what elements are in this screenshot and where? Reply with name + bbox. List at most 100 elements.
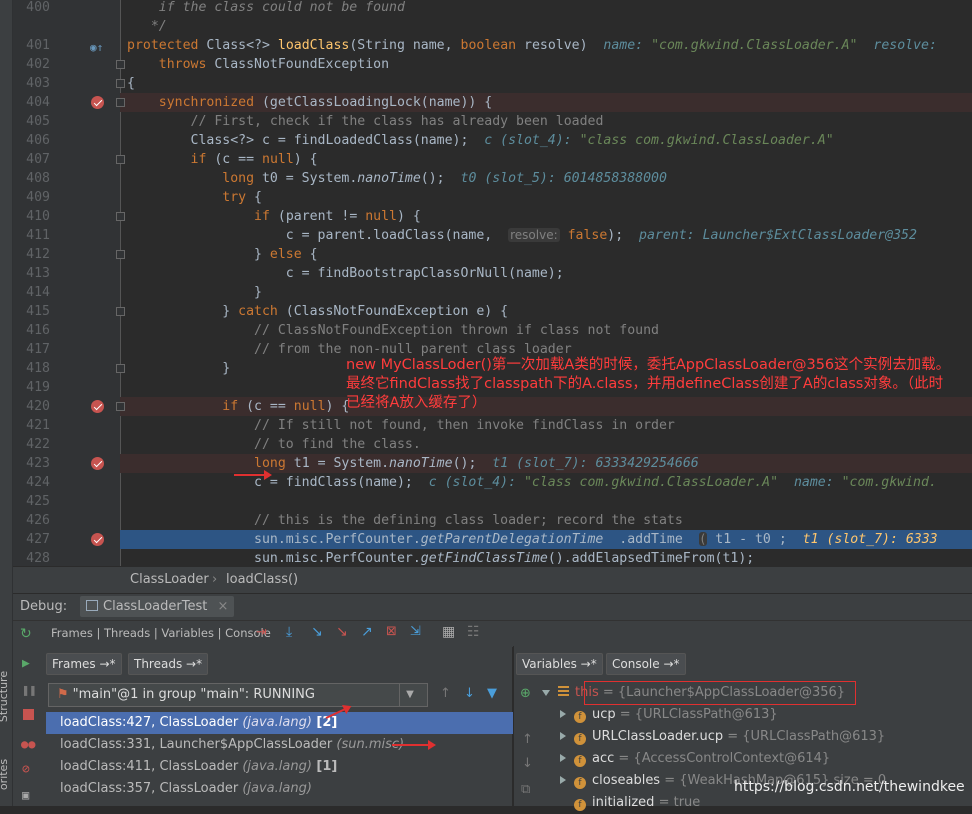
line-number[interactable]: 416 xyxy=(12,321,50,340)
frame-item[interactable]: loadClass:427, ClassLoader (java.lang) [… xyxy=(46,712,526,734)
line-number[interactable]: 405 xyxy=(12,112,50,131)
frame-item[interactable]: loadClass:331, Launcher$AppClassLoader (… xyxy=(46,734,526,756)
code-line[interactable]: 424 c = findClass(name); c (slot_4): "cl… xyxy=(0,473,972,492)
code-line[interactable]: 409 try { xyxy=(0,188,972,207)
line-number[interactable]: 414 xyxy=(12,283,50,302)
code-line[interactable]: 422 // to find the class. xyxy=(0,435,972,454)
down-icon[interactable]: ↓ xyxy=(522,756,533,771)
line-number[interactable]: 418 xyxy=(12,359,50,378)
line-number[interactable]: 419 xyxy=(12,378,50,397)
code-line[interactable]: 404 synchronized (getClassLoadingLock(na… xyxy=(0,93,972,112)
expand-icon[interactable] xyxy=(560,732,566,740)
variable-row[interactable]: f ucp = {URLClassPath@613} xyxy=(560,704,778,726)
line-number[interactable]: 403 xyxy=(12,74,50,93)
structure-tab[interactable]: Structure xyxy=(0,671,10,722)
fold-icon[interactable] xyxy=(116,307,125,316)
close-icon[interactable]: × xyxy=(217,599,228,614)
fold-icon[interactable] xyxy=(116,364,125,373)
expand-icon[interactable] xyxy=(542,690,550,696)
code-line[interactable]: 411 c = parent.loadClass(name, resolve: … xyxy=(0,226,972,245)
mute-breakpoints-icon[interactable]: ⊘ xyxy=(22,762,30,777)
fold-icon[interactable] xyxy=(116,79,125,88)
line-number[interactable]: 402 xyxy=(12,55,50,74)
code-line[interactable]: 407 if (c == null) { xyxy=(0,150,972,169)
thread-dropdown-button[interactable]: ▼ xyxy=(399,684,420,706)
code-line[interactable]: 408 long t0 = System.nanoTime(); t0 (slo… xyxy=(0,169,972,188)
variable-row[interactable]: f URLClassLoader.ucp = {URLClassPath@613} xyxy=(560,726,885,748)
move-up-icon[interactable]: ↑ xyxy=(440,686,451,701)
fold-icon[interactable] xyxy=(116,250,125,259)
code-line[interactable]: 416 // ClassNotFoundException thrown if … xyxy=(0,321,972,340)
add-watch-icon[interactable]: ⊕ xyxy=(520,686,531,701)
debug-config-tab[interactable]: ClassLoaderTest × xyxy=(80,596,235,617)
code-line[interactable]: 421 // If still not found, then invoke f… xyxy=(0,416,972,435)
code-line[interactable]: 405 // First, check if the class has alr… xyxy=(0,112,972,131)
line-number[interactable]: 409 xyxy=(12,188,50,207)
line-number[interactable]: 428 xyxy=(12,549,50,566)
rerun-icon[interactable]: ↻ xyxy=(20,626,32,642)
filter-icon[interactable]: ▼ xyxy=(487,686,497,701)
frame-item[interactable]: loadClass:411, ClassLoader (java.lang) [… xyxy=(46,756,526,778)
expand-icon[interactable] xyxy=(560,754,566,762)
breadcrumb-class[interactable]: ClassLoader xyxy=(130,572,209,587)
fold-icon[interactable] xyxy=(116,98,125,107)
expand-icon[interactable] xyxy=(560,776,566,784)
code-line[interactable]: 427 sun.misc.PerfCounter.getParentDelega… xyxy=(0,530,972,549)
favorites-tab[interactable]: orites xyxy=(0,759,10,790)
fold-icon[interactable] xyxy=(116,212,125,221)
variable-row[interactable]: f acc = {AccessControlContext@614} xyxy=(560,748,830,770)
step-over-icon[interactable]: ⤓ xyxy=(286,624,292,640)
line-number[interactable]: 427 xyxy=(12,530,50,549)
line-number[interactable]: 424 xyxy=(12,473,50,492)
line-number[interactable]: 406 xyxy=(12,131,50,150)
run-to-cursor-icon[interactable]: ⇲ xyxy=(410,624,421,639)
breakpoint-icon[interactable] xyxy=(91,96,104,109)
breakpoint-icon[interactable] xyxy=(91,533,104,546)
pause-icon[interactable]: ❚❚ xyxy=(22,683,36,697)
code-line[interactable]: 412 } else { xyxy=(0,245,972,264)
code-line[interactable]: 414 } xyxy=(0,283,972,302)
view-breakpoints-icon[interactable]: ●● xyxy=(21,737,35,751)
breakpoint-icon[interactable] xyxy=(91,400,104,413)
line-number[interactable]: 417 xyxy=(12,340,50,359)
line-number[interactable]: 411 xyxy=(12,226,50,245)
code-line[interactable]: 426 // this is the defining class loader… xyxy=(0,511,972,530)
code-line[interactable]: 410 if (parent != null) { xyxy=(0,207,972,226)
line-number[interactable]: 422 xyxy=(12,435,50,454)
line-number[interactable]: 426 xyxy=(12,511,50,530)
code-line[interactable]: 403 { xyxy=(0,74,972,93)
code-line[interactable]: 401 ◉↑ protected Class<?> loadClass(String… xyxy=(0,36,972,55)
tab-threads[interactable]: Threads →* xyxy=(128,653,209,675)
evaluate-icon[interactable]: ▦ xyxy=(442,624,455,640)
force-step-into-icon[interactable]: ↘ xyxy=(336,624,348,640)
line-number[interactable]: 410 xyxy=(12,207,50,226)
line-number[interactable]: 400 xyxy=(12,0,50,17)
tab-variables[interactable]: Variables →* xyxy=(516,653,603,675)
line-number[interactable]: 404 xyxy=(12,93,50,112)
line-number[interactable]: 423 xyxy=(12,454,50,473)
fold-icon[interactable] xyxy=(116,155,125,164)
code-line[interactable]: 413 c = findBootstrapClassOrNull(name); xyxy=(0,264,972,283)
debug-view-tabs[interactable]: Frames | Threads | Variables | Console xyxy=(51,626,271,640)
expand-icon[interactable] xyxy=(560,710,566,718)
fold-icon[interactable] xyxy=(116,402,125,411)
variable-row[interactable]: f initialized = true xyxy=(560,792,700,814)
tab-console[interactable]: Console →* xyxy=(606,653,686,675)
frame-item[interactable]: loadClass:357, ClassLoader (java.lang) xyxy=(46,778,526,800)
code-line[interactable]: 400 if the class could not be found xyxy=(0,0,972,17)
line-number[interactable]: 401 xyxy=(12,36,50,55)
line-number[interactable]: 412 xyxy=(12,245,50,264)
step-into-icon[interactable]: ↘ xyxy=(311,624,323,640)
show-execution-point-icon[interactable]: ⇥ xyxy=(256,625,267,640)
up-icon[interactable]: ↑ xyxy=(522,732,533,747)
code-line[interactable]: 428 sun.misc.PerfCounter.getFindClassTim… xyxy=(0,549,972,566)
code-editor[interactable]: 400 if the class could not be found */ 40… xyxy=(0,0,972,566)
thread-selector[interactable]: ⚑ "main"@1 in group "main": RUNNING xyxy=(48,683,428,707)
stop-icon[interactable] xyxy=(23,709,34,720)
trace-icon[interactable]: ☷ xyxy=(467,624,480,640)
line-number[interactable]: 413 xyxy=(12,264,50,283)
line-number[interactable]: 421 xyxy=(12,416,50,435)
resume-icon[interactable]: ▶ xyxy=(22,656,30,671)
line-number[interactable]: 420 xyxy=(12,397,50,416)
line-number[interactable]: 408 xyxy=(12,169,50,188)
